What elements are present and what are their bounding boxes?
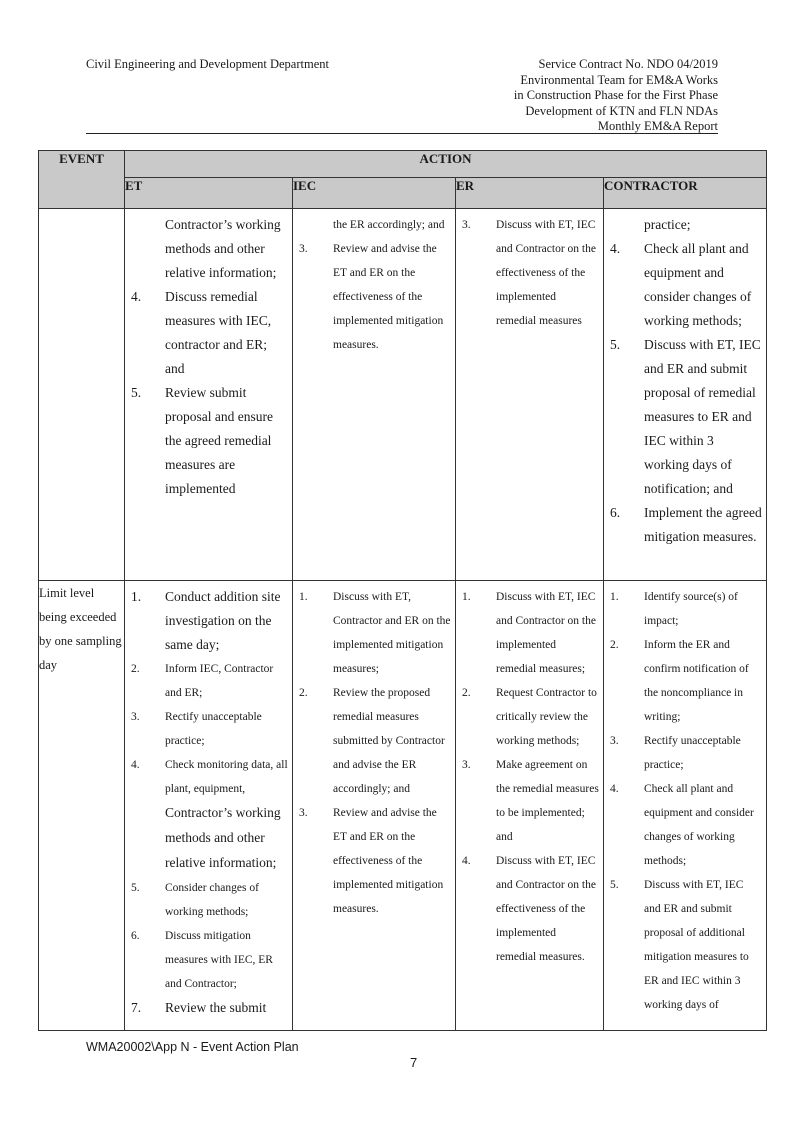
list-item: 3. Review and advise the ET and ER on the…: [299, 807, 444, 915]
header-contract-info: Service Contract No. NDO 04/2019 Environ…: [514, 57, 718, 135]
list-item: 5. Consider changes of working methods;: [131, 882, 259, 918]
event-cell: Limit level being exceeded by one sampli…: [38, 580, 125, 1031]
list-item: 5. Discuss with ET, IEC and ER and submit…: [610, 879, 749, 1011]
list-item: 3. Rectify unacceptable practice;: [131, 711, 262, 747]
column-header-contractor: CONTRACTOR: [602, 177, 768, 209]
list-item: 1. Conduct addition site investigation on…: [131, 589, 281, 652]
table-row: Limit level being exceeded by one sampli…: [38, 580, 768, 1031]
iec-cell: the ER accordingly; and 3. Review and adv…: [292, 208, 456, 581]
list-item-continued: the ER accordingly; and: [333, 219, 445, 231]
er-cell: 3. Discuss with ET, IEC and Contractor on…: [455, 208, 604, 581]
er-cell: 1. Discuss with ET, IEC and Contractor on…: [455, 580, 604, 1031]
header-line: in Construction Phase for the First Phas…: [513, 88, 718, 102]
list-item: 5. Review submit proposal and ensure the …: [131, 385, 273, 496]
header-department: Civil Engineering and Development Depart…: [86, 57, 329, 71]
list-item: 1. Identify source(s) of impact;: [610, 591, 738, 627]
header-line: Environmental Team for EM&A Works: [520, 72, 718, 87]
list-item: 4. Check all plant and equipment and cons…: [610, 241, 752, 328]
list-item: 2. Review the proposed remedial measures …: [299, 687, 445, 795]
event-action-table: EVENT ACTION ET IEC ER CONTRACTOR Contra…: [38, 150, 768, 1031]
list-item: 6. Discuss mitigation measures with IEC, …: [131, 930, 273, 990]
list-item: 5. Discuss with ET, IEC and ER and submit…: [610, 337, 761, 496]
page-number: 7: [410, 1055, 418, 1070]
list-item: 7. Review the submit: [131, 1000, 267, 1015]
list-item: 4. Check monitoring data, all plant, equi…: [131, 759, 288, 870]
column-header-event: EVENT: [38, 150, 125, 209]
column-header-action: ACTION: [123, 150, 768, 178]
list-item: 3. Discuss with ET, IEC and Contractor on…: [462, 219, 596, 327]
list-item: 2. Inform IEC, Contractor and ER;: [131, 663, 274, 699]
list-item-continued: Contractor’s working methods and other r…: [165, 217, 281, 280]
list-item: 3. Rectify unacceptable practice;: [610, 735, 741, 771]
header-line: Service Contract No. NDO 04/2019: [538, 57, 718, 71]
header-divider: [86, 133, 718, 134]
contractor-cell: practice; 4. Check all plant and equipmen…: [602, 208, 768, 581]
table-row: Contractor’s working methods and other r…: [38, 208, 768, 581]
footer-document-reference: WMA20002\App N - Event Action Plan: [86, 1040, 299, 1054]
list-item: 1. Discuss with ET, IEC and Contractor on…: [462, 591, 596, 675]
header-line: Development of KTN and FLN NDAs: [525, 103, 718, 118]
column-header-et: ET: [124, 177, 293, 209]
column-header-iec: IEC: [292, 177, 456, 209]
list-item: 4. Discuss remedial measures with IEC, co…: [131, 289, 272, 376]
list-item: 2. Request Contractor to critically revie…: [462, 687, 597, 747]
list-item: 1. Discuss with ET, Contractor and ER on …: [299, 591, 451, 675]
list-item: 3. Make agreement on the remedial measure…: [462, 759, 599, 843]
et-cell: 1. Conduct addition site investigation on…: [124, 580, 293, 1031]
contractor-cell: 1. Identify source(s) of impact; 2. Inform…: [602, 580, 768, 1031]
list-item: 6. Implement the agreed mitigation measur…: [610, 505, 762, 544]
et-cell: Contractor’s working methods and other r…: [124, 208, 293, 581]
list-item: 3. Review and advise the ET and ER on the…: [299, 243, 444, 351]
list-item-continued: practice;: [644, 217, 691, 232]
event-cell: [38, 208, 125, 581]
list-item: 2. Inform the ER and confirm notification…: [610, 639, 749, 723]
iec-cell: 1. Discuss with ET, Contractor and ER on …: [292, 580, 456, 1031]
list-item: 4. Check all plant and equipment and cons…: [610, 783, 754, 867]
list-item: 4. Discuss with ET, IEC and Contractor on…: [462, 855, 596, 963]
column-header-er: ER: [455, 177, 604, 209]
